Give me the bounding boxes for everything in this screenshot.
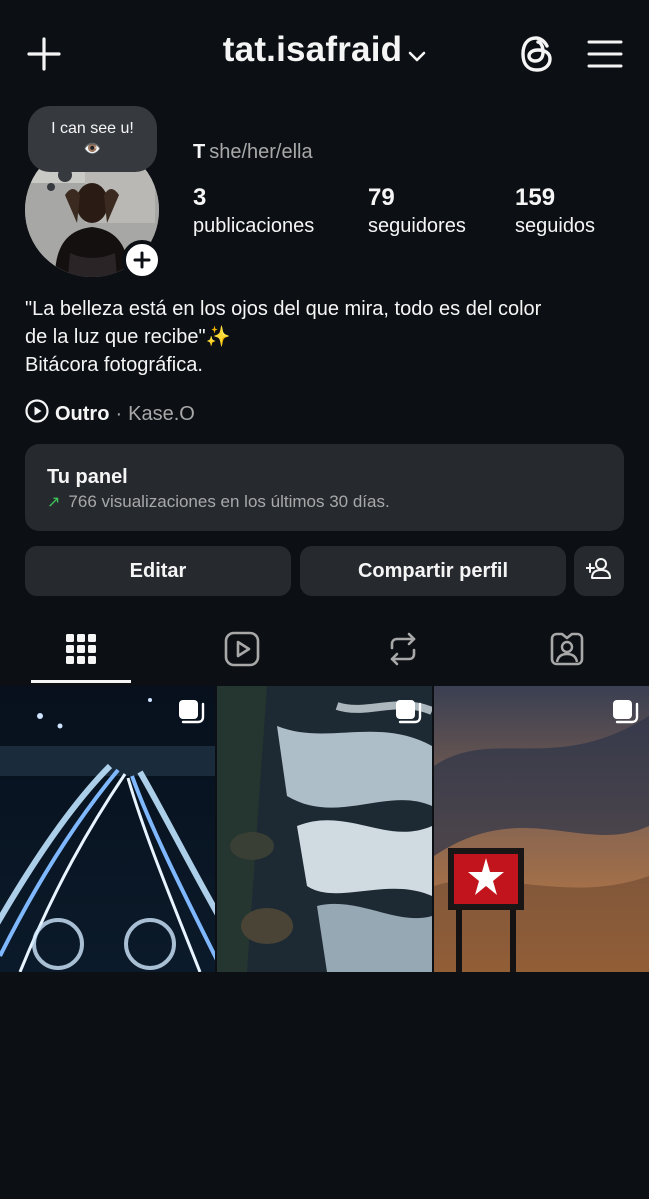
followers-count: 79 [368, 184, 395, 211]
bio-line: de la luz que recibe"✨ [25, 326, 231, 348]
bio-line: Bitácora fotográfica. [25, 354, 203, 376]
note-text: I can see u! [51, 120, 134, 137]
posts-count: 3 [193, 184, 207, 211]
tagged-icon [549, 631, 585, 672]
following-label: seguidos [515, 215, 596, 237]
reels-icon [224, 631, 260, 672]
tab-reposts[interactable] [373, 626, 433, 676]
username: tat.isafraid [222, 30, 403, 69]
grid-icon [66, 633, 96, 669]
tab-reels[interactable] [212, 626, 272, 676]
song-artist: Kase.O [128, 402, 195, 425]
posts-label: publicaciones [193, 215, 315, 237]
threads-icon[interactable] [516, 33, 558, 75]
panel-subtitle-row: ↗ 766 visualizaciones en los últimos 30 … [47, 492, 390, 512]
multiple-photos-icon [611, 698, 639, 729]
profile-bio: "La belleza está en los ojos del que mir… [25, 295, 625, 379]
post-thumbnail[interactable] [434, 686, 649, 972]
menu-icon[interactable] [585, 36, 625, 72]
reposts-icon [386, 631, 420, 672]
multiple-photos-icon [394, 698, 422, 729]
panel-title: Tu panel [47, 466, 128, 488]
add-person-icon [585, 556, 612, 586]
share-profile-label: Compartir perfil [357, 559, 509, 582]
discover-people-button[interactable] [574, 546, 624, 596]
stat-followers[interactable]: 79 seguidores [368, 184, 466, 238]
edit-profile-button[interactable]: Editar [25, 546, 291, 596]
add-story-button[interactable] [122, 240, 162, 280]
selected-tab-indicator [31, 680, 131, 683]
panel-subtitle: 766 visualizaciones en los últimos 30 dí… [68, 492, 390, 511]
profile-note[interactable]: I can see u! 👁️ [28, 106, 157, 172]
tab-tagged[interactable] [537, 626, 597, 676]
following-count: 159 [515, 184, 556, 211]
music-separator: · [115, 402, 123, 425]
edit-profile-label: Editar [129, 559, 187, 582]
pronouns: she/her/ella [209, 141, 313, 163]
stat-posts[interactable]: 3 publicaciones [193, 184, 314, 238]
share-profile-button[interactable]: Compartir perfil [300, 546, 566, 596]
chevron-down-icon [408, 32, 426, 72]
profile-name-line: Tshe/her/ella [193, 141, 313, 164]
post-thumbnail[interactable] [0, 686, 215, 972]
tab-posts-grid[interactable] [51, 626, 111, 676]
play-circle-icon [25, 399, 49, 429]
display-name: T [193, 141, 206, 163]
post-thumbnail[interactable] [217, 686, 432, 972]
followers-label: seguidores [368, 215, 466, 237]
multiple-photos-icon [177, 698, 205, 729]
song-title: Outro [55, 402, 110, 425]
trend-up-icon: ↗ [47, 494, 61, 511]
note-emoji: 👁️ [83, 140, 102, 156]
stat-following[interactable]: 159 seguidos [515, 184, 595, 238]
professional-dashboard[interactable]: Tu panel ↗ 766 visualizaciones en los úl… [25, 444, 624, 531]
bio-line: "La belleza está en los ojos del que mir… [25, 298, 542, 320]
profile-music[interactable]: Outro · Kase.O [25, 399, 195, 429]
note-bubble-tail-small [47, 183, 55, 191]
